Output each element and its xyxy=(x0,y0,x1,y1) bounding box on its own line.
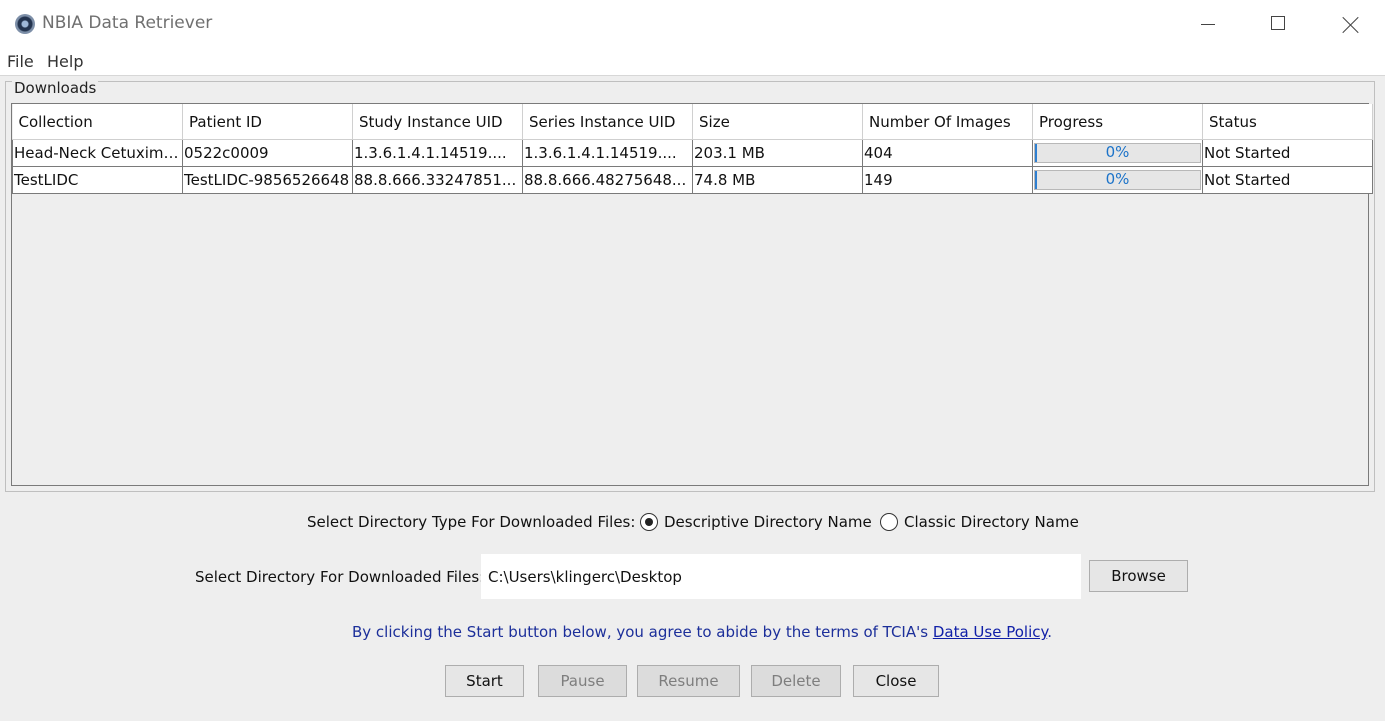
data-use-policy-link[interactable]: Data Use Policy xyxy=(933,623,1047,641)
close-icon xyxy=(1342,16,1360,34)
delete-button[interactable]: Delete xyxy=(751,665,841,697)
column-header-status[interactable]: Status xyxy=(1202,104,1373,140)
menu-file[interactable]: File xyxy=(7,52,34,71)
progress-text: 0% xyxy=(1105,170,1130,188)
descriptive-directory-radio[interactable] xyxy=(640,513,658,531)
cell-study-uid: 88.8.666.33247851... xyxy=(352,166,523,194)
start-button[interactable]: Start xyxy=(445,665,524,697)
cell-images: 404 xyxy=(862,139,1033,167)
cell-collection: Head-Neck Cetuximab xyxy=(12,139,183,167)
directory-label: Select Directory For Downloaded Files: xyxy=(195,568,485,586)
cell-status: Not Started xyxy=(1202,166,1373,194)
table-row[interactable]: Head-Neck Cetuximab 0522c0009 1.3.6.1.4.… xyxy=(12,139,1373,167)
browse-button[interactable]: Browse xyxy=(1089,560,1188,592)
column-header-number-of-images[interactable]: Number Of Images xyxy=(862,104,1033,140)
close-button[interactable]: Close xyxy=(853,665,939,697)
title-bar: NBIA Data Retriever xyxy=(0,0,1385,49)
directory-input[interactable] xyxy=(481,554,1081,599)
downloads-table: Collection Patient ID Study Instance UID… xyxy=(12,104,1373,194)
minimize-button[interactable] xyxy=(1173,0,1243,48)
column-header-progress[interactable]: Progress xyxy=(1032,104,1203,140)
cell-collection: TestLIDC xyxy=(12,166,183,194)
cell-size: 203.1 MB xyxy=(692,139,863,167)
downloads-table-area[interactable]: Collection Patient ID Study Instance UID… xyxy=(11,103,1373,486)
agreement-text: By clicking the Start button below, you … xyxy=(352,623,1052,641)
column-header-study-instance-uid[interactable]: Study Instance UID xyxy=(352,104,523,140)
window-title: NBIA Data Retriever xyxy=(42,13,213,33)
downloads-panel: Downloads Collection Patient ID Study In… xyxy=(5,79,1375,492)
app-logo-icon xyxy=(15,14,35,34)
progress-text: 0% xyxy=(1105,143,1130,161)
cell-size: 74.8 MB xyxy=(692,166,863,194)
agreement-period: . xyxy=(1047,623,1053,641)
classic-directory-radio[interactable] xyxy=(880,513,898,531)
menu-help[interactable]: Help xyxy=(47,52,83,71)
cell-series-uid: 1.3.6.1.4.1.14519.... xyxy=(522,139,693,167)
cell-progress: 0% xyxy=(1032,166,1203,194)
column-header-size[interactable]: Size xyxy=(692,104,863,140)
maximize-icon xyxy=(1271,16,1285,30)
resume-button[interactable]: Resume xyxy=(637,665,740,697)
pause-button[interactable]: Pause xyxy=(538,665,627,697)
table-header-row: Collection Patient ID Study Instance UID… xyxy=(12,104,1373,140)
cell-status: Not Started xyxy=(1202,139,1373,167)
column-header-patient-id[interactable]: Patient ID xyxy=(182,104,353,140)
cell-series-uid: 88.8.666.48275648... xyxy=(522,166,693,194)
cell-images: 149 xyxy=(862,166,1033,194)
cell-study-uid: 1.3.6.1.4.1.14519.... xyxy=(352,139,523,167)
close-window-button[interactable] xyxy=(1313,0,1383,48)
cell-patient-id: TestLIDC-9856526648 xyxy=(182,166,353,194)
classic-directory-label[interactable]: Classic Directory Name xyxy=(904,513,1079,531)
progress-bar: 0% xyxy=(1034,170,1201,190)
maximize-button[interactable] xyxy=(1243,0,1313,48)
minimize-icon xyxy=(1201,24,1215,25)
table-row[interactable]: TestLIDC TestLIDC-9856526648 88.8.666.33… xyxy=(12,166,1373,194)
cell-patient-id: 0522c0009 xyxy=(182,139,353,167)
agreement-prefix: By clicking the Start button below, you … xyxy=(352,623,929,641)
directory-type-label: Select Directory Type For Downloaded Fil… xyxy=(307,513,636,531)
column-header-collection[interactable]: Collection xyxy=(12,104,183,140)
descriptive-directory-label[interactable]: Descriptive Directory Name xyxy=(664,513,872,531)
cell-progress: 0% xyxy=(1032,139,1203,167)
menu-bar: File Help xyxy=(0,48,1385,76)
downloads-group-label: Downloads xyxy=(12,79,99,97)
progress-bar: 0% xyxy=(1034,143,1201,163)
column-header-series-instance-uid[interactable]: Series Instance UID xyxy=(522,104,693,140)
